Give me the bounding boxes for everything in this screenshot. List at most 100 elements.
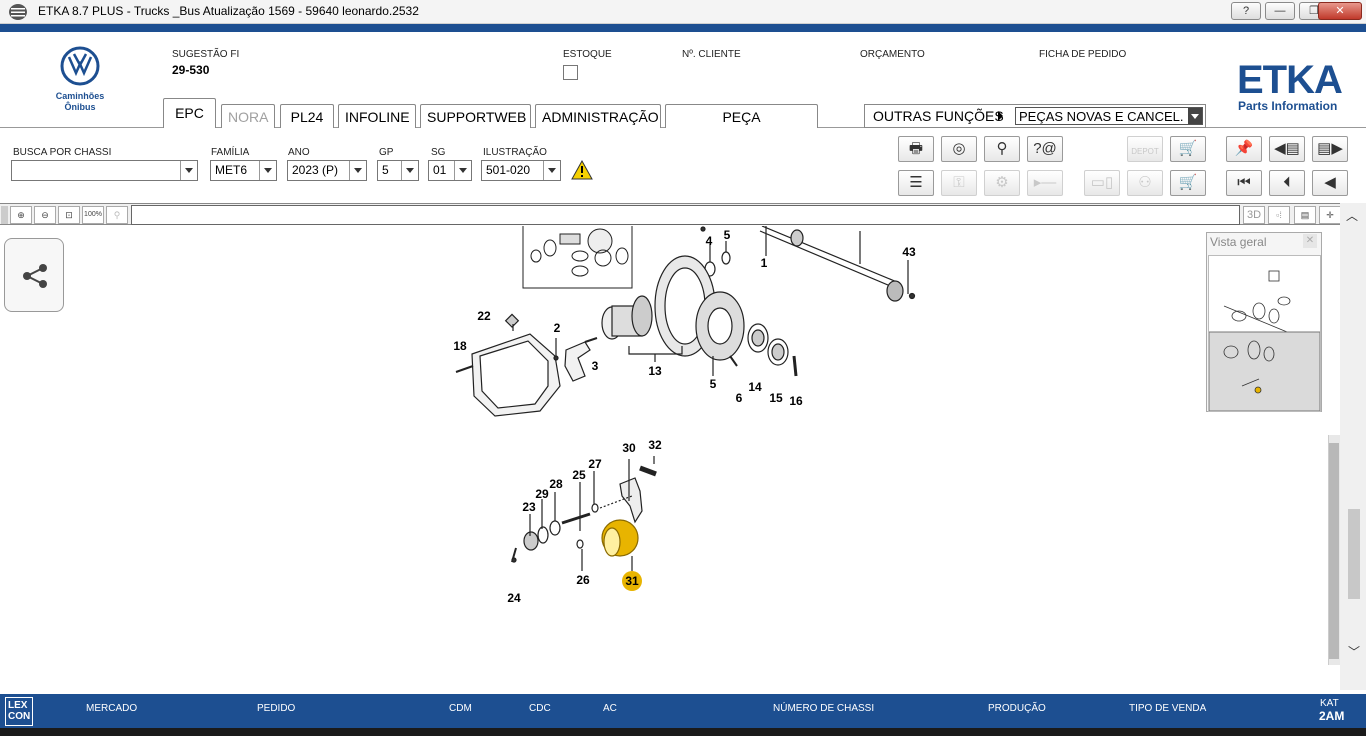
diff-housing bbox=[455, 313, 598, 417]
tab-pl24[interactable]: PL24 bbox=[280, 104, 334, 128]
zoom-out-icon[interactable]: ⊖ bbox=[34, 206, 56, 224]
first-button[interactable]: ⏮ bbox=[1226, 170, 1262, 196]
vehicle-button[interactable]: ⚙ bbox=[984, 170, 1020, 196]
illustration-canvas[interactable]: 4 5 1 43 22 2 18 3 13 5 6 14 15 16 30 32… bbox=[0, 226, 1340, 690]
toolbar-grip bbox=[1, 206, 8, 224]
tab-infoline[interactable]: INFOLINE bbox=[338, 104, 416, 128]
minimize-button[interactable]: — bbox=[1265, 2, 1295, 20]
next-page-button[interactable]: ▤▶ bbox=[1312, 136, 1348, 162]
ano-label: ANO bbox=[288, 147, 310, 158]
callout-25[interactable]: 25 bbox=[572, 468, 586, 482]
callout-4[interactable]: 4 bbox=[706, 234, 713, 248]
callout-31[interactable]: 31 bbox=[625, 574, 639, 588]
pin-button[interactable]: 📌 bbox=[1226, 136, 1262, 162]
tab-peca-normalizada[interactable]: PEÇA NORMALIZADA bbox=[665, 104, 818, 141]
callout-24[interactable]: 24 bbox=[507, 591, 521, 605]
app-header: Caminhões Ônibus SUGESTÃO FI 29-530 ESTO… bbox=[0, 32, 1366, 141]
chassi-number-label: NÚMERO DE CHASSI bbox=[773, 703, 875, 714]
estoque-checkbox[interactable] bbox=[563, 65, 578, 80]
ac-label: AC bbox=[603, 703, 617, 714]
callout-30[interactable]: 30 bbox=[622, 441, 636, 455]
tipo-venda-label: TIPO DE VENDA bbox=[1129, 703, 1207, 714]
scrollbar-thumb[interactable] bbox=[1348, 509, 1360, 599]
cart-button[interactable]: 🛒 bbox=[1170, 170, 1206, 196]
help-mail-button[interactable]: ?@ bbox=[1027, 136, 1063, 162]
gp-label: GP bbox=[379, 147, 394, 158]
zoom-100-icon[interactable]: 100% bbox=[82, 206, 104, 224]
ficha-label: FICHA DE PEDIDO bbox=[1039, 49, 1127, 60]
callout-23[interactable]: 23 bbox=[522, 500, 536, 514]
callout-13[interactable]: 13 bbox=[648, 364, 662, 378]
tab-supportweb[interactable]: SUPPORTWEB bbox=[420, 104, 531, 128]
compare-button[interactable]: ▭▯ bbox=[1084, 170, 1120, 196]
submenu-arrow-icon bbox=[998, 111, 1003, 121]
overview-thumbnail[interactable] bbox=[1208, 255, 1321, 412]
previous-page-button[interactable]: ◀▤ bbox=[1269, 136, 1305, 162]
callout-5[interactable]: 5 bbox=[710, 377, 717, 391]
sg-select[interactable]: 01 bbox=[428, 160, 472, 181]
zoom-in-icon[interactable]: ⊕ bbox=[10, 206, 32, 224]
callout-14[interactable]: 14 bbox=[748, 380, 762, 394]
callout-1[interactable]: 1 bbox=[761, 256, 768, 270]
exploded-view-icon[interactable]: ▫⁞ bbox=[1268, 206, 1290, 224]
familia-select[interactable]: MET6 bbox=[210, 160, 277, 181]
view-3d-button[interactable]: 3D bbox=[1243, 206, 1265, 224]
list-view-button[interactable]: ☰ bbox=[898, 170, 934, 196]
callout-27[interactable]: 27 bbox=[588, 457, 602, 471]
callout-29[interactable]: 29 bbox=[535, 487, 549, 501]
callout-43[interactable]: 43 bbox=[902, 245, 916, 259]
vertical-scrollbar[interactable]: ︿ ﹀ bbox=[1328, 203, 1366, 690]
callout-22[interactable]: 22 bbox=[477, 309, 491, 323]
outras-funcoes-select[interactable]: PEÇAS NOVAS E CANCEL. bbox=[1015, 107, 1203, 125]
depot-button[interactable]: DEPOT bbox=[1127, 136, 1163, 162]
close-icon[interactable]: ✕ bbox=[1303, 234, 1317, 248]
inner-scrollbar-thumb[interactable] bbox=[1329, 443, 1339, 659]
range-button[interactable]: ▸— bbox=[1027, 170, 1063, 196]
warning-icon[interactable] bbox=[571, 160, 593, 180]
tab-administracao[interactable]: ADMINISTRAÇÃO bbox=[535, 104, 661, 128]
brand-line-2: Ônibus bbox=[64, 102, 96, 112]
callout-32[interactable]: 32 bbox=[648, 438, 662, 452]
zoom-fit-icon[interactable]: ⊡ bbox=[58, 206, 80, 224]
callout-15[interactable]: 15 bbox=[769, 391, 783, 405]
cd-button[interactable]: ◎ bbox=[941, 136, 977, 162]
layout-icon[interactable]: ▤ bbox=[1294, 206, 1316, 224]
cliente-label: Nº. CLIENTE bbox=[682, 49, 741, 60]
chevron-down-icon bbox=[454, 161, 471, 180]
gp-select[interactable]: 5 bbox=[377, 160, 419, 181]
cart-transfer-button[interactable]: 🛒 bbox=[1170, 136, 1206, 162]
callout-28[interactable]: 28 bbox=[549, 477, 563, 491]
chassi-search-input[interactable] bbox=[11, 160, 198, 181]
zoom-search-icon[interactable]: ⚲ bbox=[106, 206, 128, 224]
callout-16[interactable]: 16 bbox=[789, 394, 803, 408]
ilustracao-select[interactable]: 501-020 bbox=[481, 160, 561, 181]
users-button[interactable]: ⚇ bbox=[1127, 170, 1163, 196]
tab-nora[interactable]: NORA bbox=[221, 104, 275, 128]
vista-geral-title: Vista geral bbox=[1210, 235, 1267, 249]
callout-3[interactable]: 3 bbox=[592, 359, 599, 373]
parts-diagram[interactable]: 4 5 1 43 22 2 18 3 13 5 6 14 15 16 30 32… bbox=[0, 226, 1200, 690]
callout-5-top[interactable]: 5 bbox=[724, 228, 731, 242]
help-button[interactable]: ? bbox=[1231, 2, 1261, 20]
callout-18[interactable]: 18 bbox=[453, 339, 467, 353]
scroll-up-icon[interactable]: ︿ bbox=[1346, 207, 1358, 224]
outras-funcoes-menu[interactable]: OUTRAS FUNÇÕES PEÇAS NOVAS E CANCEL. bbox=[864, 104, 1206, 128]
chevron-down-icon bbox=[1188, 108, 1202, 124]
zoom-field[interactable] bbox=[131, 205, 1240, 225]
scroll-down-icon[interactable]: ﹀ bbox=[1348, 643, 1360, 660]
ano-select[interactable]: 2023 (P) bbox=[287, 160, 367, 181]
back-button[interactable]: ◀ bbox=[1312, 170, 1348, 196]
callout-26[interactable]: 26 bbox=[576, 573, 590, 587]
print-button[interactable]: 🖶 bbox=[898, 136, 934, 162]
callout-6[interactable]: 6 bbox=[736, 391, 743, 405]
tab-epc[interactable]: EPC bbox=[163, 98, 216, 129]
callout-2[interactable]: 2 bbox=[554, 321, 561, 335]
crosshair-icon[interactable]: ✛ bbox=[1319, 206, 1341, 224]
search-parts-button[interactable]: ⚲ bbox=[984, 136, 1020, 162]
mercado-label: MERCADO bbox=[86, 703, 138, 714]
close-button[interactable]: ✕ bbox=[1318, 2, 1362, 20]
app-menu-icon[interactable] bbox=[8, 3, 28, 21]
key-button[interactable]: ⚿ bbox=[941, 170, 977, 196]
chevron-down-icon bbox=[180, 161, 197, 180]
prev-button[interactable]: ⏴ bbox=[1269, 170, 1305, 196]
